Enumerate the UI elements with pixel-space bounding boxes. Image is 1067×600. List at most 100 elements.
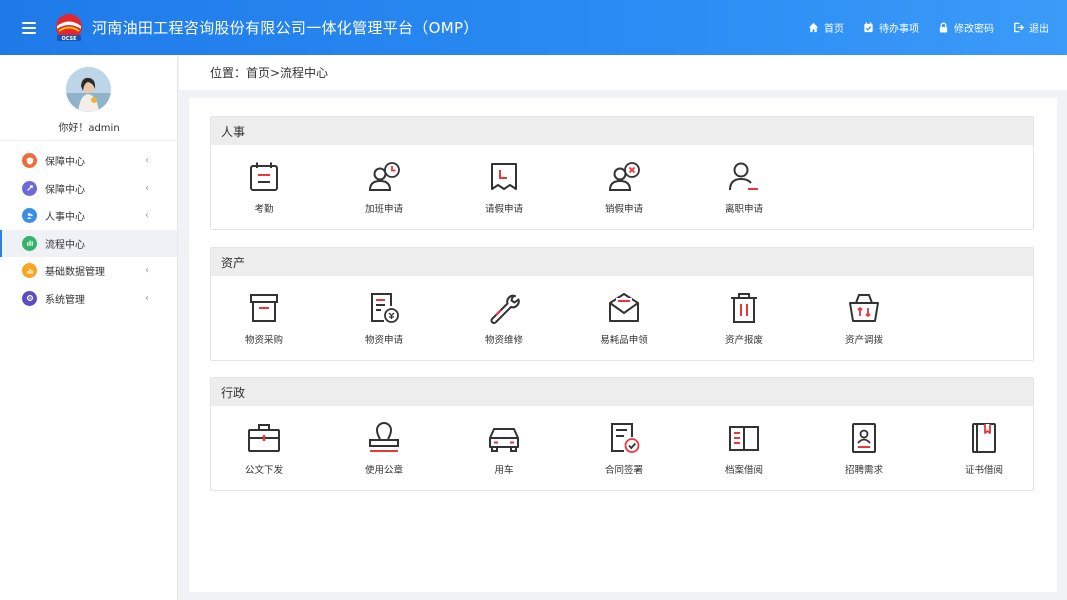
tile-contract-signing[interactable]: 合同签署 (584, 420, 664, 476)
home-icon (808, 22, 819, 33)
tile-overtime-request[interactable]: 加班申请 (344, 159, 424, 215)
section-title: 人事 (211, 117, 1033, 145)
people-icon (22, 208, 37, 224)
tile-label: 加班申请 (364, 204, 403, 215)
breadcrumb: 位置：首页>流程中心 (179, 55, 1067, 90)
document-icon (371, 293, 399, 323)
tile-label: 物资维修 (484, 335, 523, 346)
tile-vehicle-use[interactable]: 用车 (464, 420, 544, 476)
tile-label: 资产调拨 (844, 335, 883, 346)
section-grid: 考勤 加班申请 请假申请 销假申请 离职申请 (211, 145, 1033, 229)
tile-certificate-borrowing[interactable]: 证书借阅 (944, 420, 1024, 476)
avatar[interactable] (66, 67, 111, 112)
section-title: 资产 (211, 248, 1033, 276)
sidebar-item-hr-center[interactable]: 人事中心 ‹ (0, 202, 177, 230)
lock-icon (939, 22, 948, 33)
logout-icon (1014, 22, 1024, 33)
section-grid: 物资采购 物资申请 物资维修 易耗品申领 资产报废 资产调拨 (211, 276, 1033, 360)
nav-logout-label: 退出 (1029, 24, 1049, 35)
chevron-left-icon: ‹ (145, 182, 149, 194)
tile-archive-borrowing[interactable]: 档案借阅 (704, 420, 784, 476)
settings-icon (22, 290, 37, 306)
tile-label: 物资申请 (364, 335, 403, 346)
contract-icon (611, 423, 640, 453)
basket-icon (849, 294, 879, 322)
sidebar-menu: 保障中心 ‹ 保障中心 ‹ 人事中心 ‹ 流程中心 基础数据管理 ‹ 系统管理 … (0, 141, 177, 312)
stamp-icon (369, 422, 399, 452)
sidebar-item-label: 基础数据管理 (45, 267, 105, 279)
nav-change-password-label: 修改密码 (954, 24, 994, 35)
shield-icon (22, 153, 37, 169)
tile-leave-cancel-request[interactable]: 销假申请 (584, 159, 664, 215)
header-nav: 首页 待办事项 修改密码 退出 (789, 0, 1049, 55)
nav-todo[interactable]: 待办事项 (863, 20, 919, 35)
nav-home-label: 首页 (824, 24, 844, 35)
tile-label: 档案借阅 (724, 465, 763, 476)
flow-icon (22, 235, 37, 251)
logo-text: OCSE (61, 36, 77, 42)
tile-material-repair[interactable]: 物资维修 (464, 290, 544, 346)
section-assets: 资产 物资采购 物资申请 物资维修 易耗品申领 资产报废 资产调拨 (210, 247, 1034, 361)
nav-home[interactable]: 首页 (808, 20, 844, 35)
tile-resignation-request[interactable]: 离职申请 (704, 159, 784, 215)
tile-material-purchase[interactable]: 物资采购 (224, 290, 304, 346)
car-icon (489, 428, 519, 452)
briefcase-icon (248, 424, 280, 452)
user-profile: 你好！admin (0, 55, 177, 141)
tile-attendance[interactable]: 考勤 (224, 159, 304, 215)
user-minus-icon (729, 162, 758, 191)
sidebar-item-base-data[interactable]: 基础数据管理 ‹ (0, 257, 177, 285)
tile-material-request[interactable]: 物资申请 (344, 290, 424, 346)
user-greeting: 你好！admin (58, 123, 120, 134)
sidebar-item-label: 保障中心 (45, 184, 85, 196)
company-logo: OCSE (54, 13, 84, 43)
tile-label: 销假申请 (604, 204, 643, 215)
tile-label: 公文下发 (244, 465, 283, 476)
tile-recruitment-demand[interactable]: 招聘需求 (824, 420, 904, 476)
sidebar-item-label: 流程中心 (45, 239, 85, 251)
top-header: OCSE 河南油田工程咨询股份有限公司一体化管理平台（OMP） 首页 待办事项 … (0, 0, 1067, 55)
archive-book-icon (729, 426, 759, 451)
tile-label: 物资采购 (244, 335, 283, 346)
certificate-icon (972, 423, 996, 453)
tile-label: 使用公章 (364, 465, 403, 476)
tile-asset-scrap[interactable]: 资产报废 (704, 290, 784, 346)
chevron-left-icon: ‹ (145, 155, 149, 167)
tile-label: 易耗品申领 (600, 335, 648, 346)
calendar-icon (250, 162, 278, 191)
sidebar: 你好！admin 保障中心 ‹ 保障中心 ‹ 人事中心 ‹ 流程中心 基础数据管… (0, 55, 178, 600)
nav-logout[interactable]: 退出 (1013, 20, 1049, 35)
chevron-left-icon: ‹ (145, 292, 149, 304)
tile-label: 资产报废 (724, 335, 763, 346)
tile-use-official-seal[interactable]: 使用公章 (344, 420, 424, 476)
tile-label: 合同签署 (604, 465, 643, 476)
rocket-icon (22, 180, 37, 196)
box-icon (250, 294, 278, 322)
chevron-left-icon: ‹ (145, 265, 149, 277)
tile-label: 离职申请 (724, 204, 763, 215)
chart-icon (22, 263, 37, 279)
badge-icon (852, 423, 876, 453)
sidebar-item-label: 人事中心 (45, 212, 85, 224)
app-title: 河南油田工程咨询股份有限公司一体化管理平台（OMP） (92, 19, 479, 37)
sidebar-item-process-center[interactable]: 流程中心 (0, 229, 177, 257)
envelope-icon (609, 293, 639, 322)
tile-label: 招聘需求 (844, 465, 883, 476)
wrench-icon (490, 294, 520, 324)
sidebar-item-label: 系统管理 (45, 294, 85, 306)
sidebar-item-system-settings[interactable]: 系统管理 ‹ (0, 285, 177, 313)
sidebar-item-support-center[interactable]: 保障中心 ‹ (0, 147, 177, 175)
menu-toggle-icon[interactable] (22, 21, 36, 34)
section-title: 行政 (211, 378, 1033, 406)
tile-label: 证书借阅 (964, 465, 1003, 476)
tile-consumables-request[interactable]: 易耗品申领 (584, 290, 664, 346)
sidebar-item-support-center-2[interactable]: 保障中心 ‹ (0, 175, 177, 203)
nav-change-password[interactable]: 修改密码 (938, 20, 994, 35)
tile-label: 请假申请 (484, 204, 523, 215)
tile-asset-transfer[interactable]: 资产调拨 (824, 290, 904, 346)
leave-icon (491, 163, 517, 190)
tile-leave-request[interactable]: 请假申请 (464, 159, 544, 215)
main-content: 人事 考勤 加班申请 请假申请 销假申请 离职申请 资产 物资采购 物资申请 物… (189, 98, 1057, 592)
chevron-left-icon: ‹ (145, 210, 149, 222)
tile-document-issue[interactable]: 公文下发 (224, 420, 304, 476)
